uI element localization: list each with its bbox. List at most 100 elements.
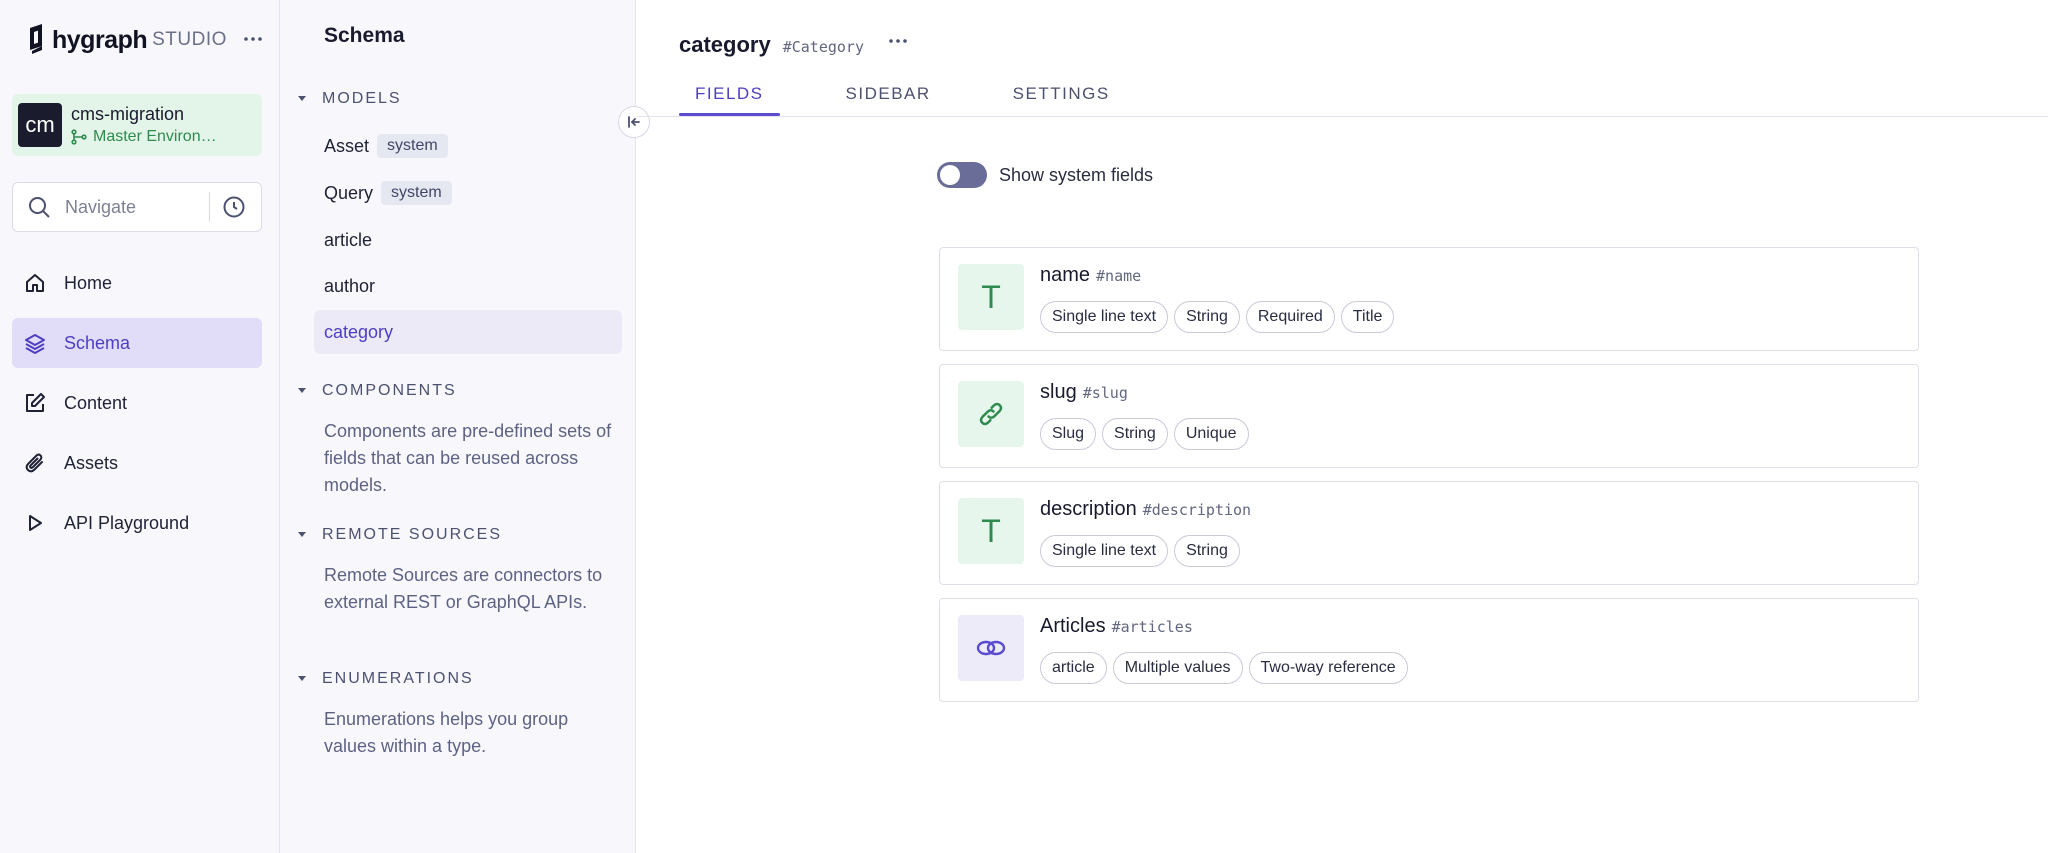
- nav-item-label: Assets: [64, 452, 119, 473]
- models-section-toggle[interactable]: MODELS: [294, 90, 402, 108]
- nav-item-schema[interactable]: Schema: [12, 318, 262, 368]
- field-api-id: #name: [1096, 267, 1142, 285]
- paperclip-icon: [25, 453, 43, 473]
- remote-sources-description: Remote Sources are connectors to externa…: [324, 565, 603, 612]
- home-icon: [26, 274, 44, 292]
- brand-logo[interactable]: hygraph STUDIO: [26, 22, 227, 58]
- nav-item-label: Content: [64, 392, 128, 413]
- project-switcher[interactable]: cm cms-migration Master Environ…: [12, 94, 262, 156]
- edit-icon: [26, 393, 45, 412]
- field-tag: String: [1174, 535, 1240, 567]
- brand-name: hygraph: [52, 25, 148, 54]
- field-tag: Required: [1245, 301, 1335, 333]
- project-avatar: cm: [18, 103, 62, 147]
- field-card-name[interactable]: T name #name Single line text String Req…: [939, 247, 1919, 351]
- chevron-down-icon: [294, 383, 310, 399]
- field-name: slug: [1040, 381, 1077, 403]
- more-options-icon[interactable]: [240, 26, 266, 52]
- nav-item-label: API Playground: [64, 512, 190, 533]
- field-card-articles[interactable]: Articles #articles article Multiple valu…: [939, 598, 1919, 702]
- brand-suffix: STUDIO: [152, 29, 227, 50]
- field-card-description[interactable]: T description #description Single line t…: [939, 481, 1919, 585]
- model-label: Asset: [324, 135, 370, 156]
- schema-title: Schema: [324, 24, 405, 47]
- field-api-id: #articles: [1111, 618, 1193, 636]
- model-item-author[interactable]: author: [314, 264, 622, 308]
- enumerations-heading: ENUMERATIONS: [322, 670, 474, 687]
- field-name: name: [1040, 264, 1091, 286]
- model-api-id: #Category: [782, 38, 864, 56]
- field-tag: Multiple values: [1112, 652, 1243, 684]
- nav-list: Home Schema Content Assets API Playgroun…: [12, 258, 262, 558]
- tab-sidebar[interactable]: SIDEBAR: [830, 78, 947, 116]
- tab-fields[interactable]: FIELDS: [679, 78, 780, 116]
- system-badge: system: [377, 134, 448, 158]
- text-icon: T: [958, 264, 1024, 330]
- model-item-asset[interactable]: Asset system: [314, 124, 622, 168]
- remote-sources-heading: REMOTE SOURCES: [322, 526, 503, 543]
- system-badge: system: [381, 181, 452, 205]
- field-tag: Unique: [1173, 418, 1249, 450]
- model-label: author: [324, 275, 376, 296]
- schema-panel: Schema MODELS Asset system Query system …: [280, 0, 636, 853]
- field-name: Articles: [1040, 615, 1106, 637]
- models-heading: MODELS: [322, 90, 402, 107]
- field-api-id: #slug: [1082, 384, 1128, 402]
- navigate-search[interactable]: [12, 182, 262, 232]
- chevron-down-icon: [294, 91, 310, 107]
- hygraph-logo-icon: [30, 24, 42, 54]
- nav-item-content[interactable]: Content: [12, 378, 262, 428]
- branch-icon: [71, 129, 87, 145]
- enumerations-section-toggle[interactable]: ENUMERATIONS: [294, 670, 474, 688]
- model-tabs: FIELDS SIDEBAR SETTINGS: [679, 78, 1176, 116]
- field-tag: Slug: [1040, 418, 1097, 450]
- model-item-query[interactable]: Query system: [314, 171, 622, 215]
- remote-sources-section-toggle[interactable]: REMOTE SOURCES: [294, 526, 502, 544]
- navigate-input[interactable]: [65, 196, 205, 218]
- field-card-slug[interactable]: slug #slug Slug String Unique: [939, 364, 1919, 468]
- nav-item-label: Schema: [64, 332, 131, 353]
- tab-settings[interactable]: SETTINGS: [997, 78, 1126, 116]
- system-fields-toggle-row: Show system fields: [937, 162, 1153, 188]
- page-title: category: [679, 32, 771, 57]
- field-tag: Title: [1340, 301, 1395, 333]
- main-content: category #Category FIELDS SIDEBAR SETTIN…: [637, 0, 2048, 853]
- reference-icon: [958, 615, 1024, 681]
- components-description: Components are pre-defined sets of field…: [324, 421, 612, 495]
- main-navigation: hygraph STUDIO cm cms-migration Master E…: [0, 0, 280, 853]
- link-icon: [958, 381, 1024, 447]
- model-label: category: [324, 321, 394, 342]
- nav-item-api-playground[interactable]: API Playground: [12, 498, 262, 548]
- toggle-label: Show system fields: [999, 164, 1154, 185]
- model-item-article[interactable]: article: [314, 218, 622, 262]
- search-icon: [13, 195, 65, 219]
- field-api-id: #description: [1142, 501, 1252, 519]
- model-item-category[interactable]: category: [314, 310, 622, 354]
- environment-name: Master Environ…: [93, 128, 217, 145]
- tabs-divider: [637, 116, 2048, 117]
- chevron-down-icon: [294, 671, 310, 687]
- nav-item-assets[interactable]: Assets: [12, 438, 262, 488]
- field-tag: Single line text: [1040, 535, 1169, 567]
- components-heading: COMPONENTS: [322, 382, 457, 399]
- model-title: category #Category: [679, 32, 864, 58]
- field-tag: Two-way reference: [1248, 652, 1408, 684]
- field-tag: String: [1174, 301, 1240, 333]
- text-icon: T: [958, 498, 1024, 564]
- field-name: description: [1040, 498, 1137, 520]
- environment-label: Master Environ…: [71, 128, 217, 146]
- field-tag: String: [1102, 418, 1168, 450]
- enumerations-description: Enumerations helps you group values with…: [324, 709, 569, 756]
- components-section-toggle[interactable]: COMPONENTS: [294, 382, 457, 400]
- nav-item-home[interactable]: Home: [12, 258, 262, 308]
- project-name: cms-migration: [71, 104, 185, 124]
- layers-icon: [25, 334, 45, 354]
- model-label: article: [324, 229, 373, 250]
- field-tag: Single line text: [1040, 301, 1169, 333]
- chevron-down-icon: [294, 527, 310, 543]
- field-tag: article: [1040, 652, 1107, 684]
- model-more-options-icon[interactable]: [885, 28, 911, 54]
- show-system-fields-toggle[interactable]: [937, 162, 987, 188]
- history-icon[interactable]: [210, 195, 258, 219]
- play-icon: [29, 515, 42, 531]
